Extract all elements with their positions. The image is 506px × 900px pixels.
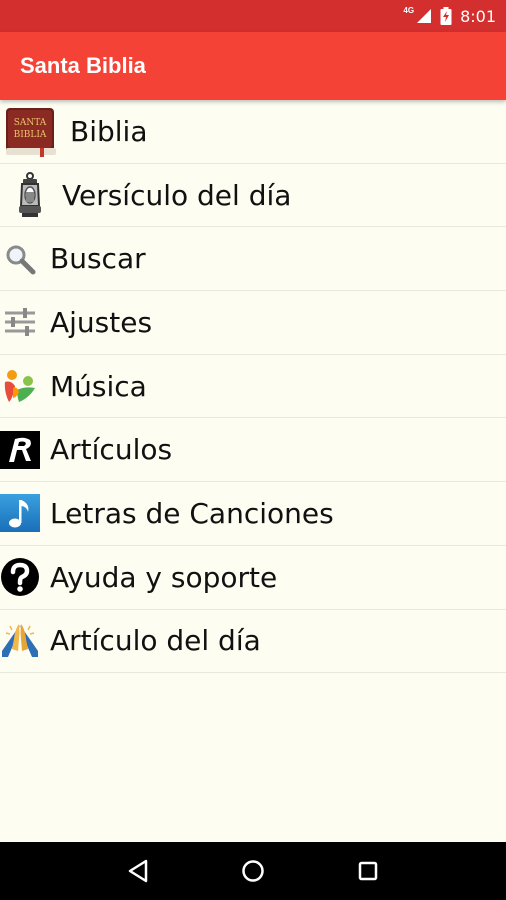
menu-list: SANTA BIBLIA Biblia Versículo del día Bu… [0,100,506,674]
r-logo-icon [0,430,40,470]
menu-label: Ajustes [50,305,153,339]
menu-item-musica[interactable]: Música [0,355,506,419]
menu-label: Biblia [70,114,148,148]
menu-label: Buscar [50,242,146,276]
bible-book-icon: SANTA BIBLIA [4,104,58,158]
magnifier-icon [0,239,40,279]
music-people-icon [0,366,40,406]
menu-label: Artículos [50,433,173,467]
menu-item-buscar[interactable]: Buscar [0,227,506,292]
network-type: 4G [403,5,415,15]
battery-charging-icon [440,7,452,25]
bible-cover-text-1: SANTA [14,118,47,128]
back-icon[interactable] [118,851,158,891]
clock: 8:01 [460,6,496,26]
home-icon[interactable] [233,851,273,891]
sliders-icon [0,302,40,342]
menu-item-articulos[interactable]: Artículos [0,418,506,483]
bible-cover-text-2: BIBLIA [14,130,47,140]
praying-hands-icon [0,621,40,661]
question-mark-icon [0,557,40,597]
app-title: Santa Biblia [20,53,146,78]
lantern-icon [10,168,50,222]
music-note-icon [0,493,40,533]
app-bar: Santa Biblia [0,32,506,100]
menu-label: Letras de Canciones [50,496,334,530]
menu-label: Música [50,369,147,403]
menu-item-ajustes[interactable]: Ajustes [0,291,506,355]
status-bar: 4G 8:01 [0,0,506,32]
menu-item-letras[interactable]: Letras de Canciones [0,482,506,546]
menu-item-articulo-dia[interactable]: Artículo del día [0,610,506,674]
menu-label: Ayuda y soporte [50,560,278,594]
menu-item-versiculo[interactable]: Versículo del día [0,164,506,228]
signal-icon [417,9,432,23]
menu-label: Artículo del día [50,624,261,658]
menu-item-ayuda[interactable]: Ayuda y soporte [0,546,506,610]
recents-icon[interactable] [348,851,388,891]
menu-label: Versículo del día [62,178,292,212]
navigation-bar [0,842,506,900]
menu-item-biblia[interactable]: SANTA BIBLIA Biblia [0,100,506,164]
